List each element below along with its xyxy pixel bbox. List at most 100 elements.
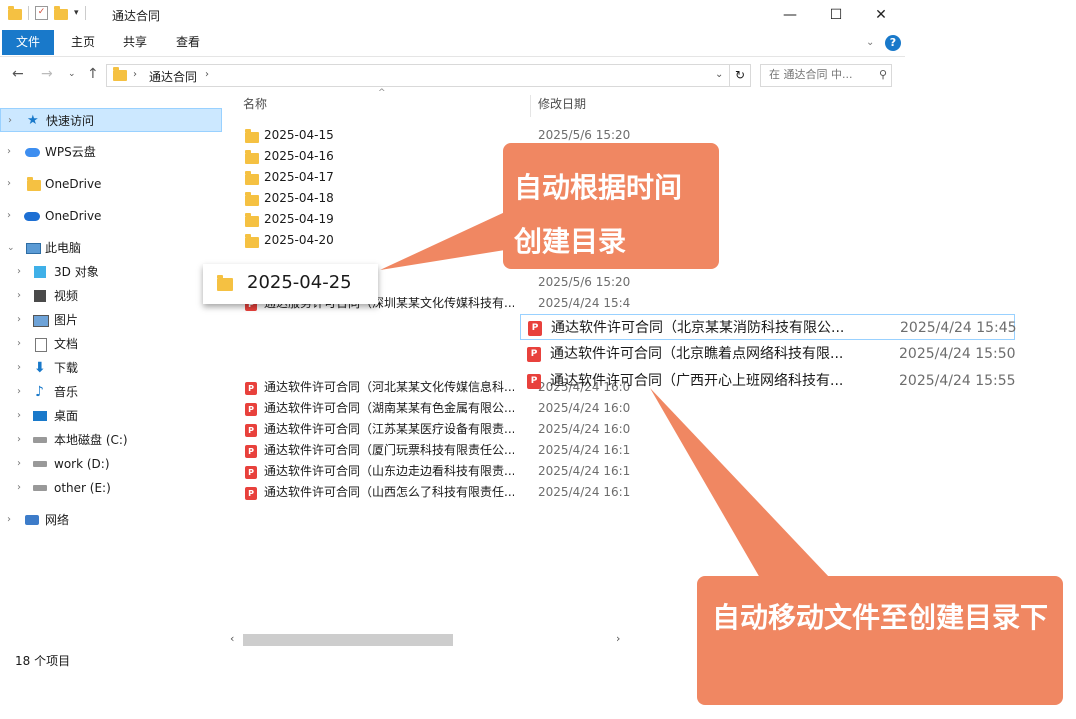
sidebar-item-onedrive[interactable]: › OneDrive	[0, 204, 222, 228]
sidebar-item-drive-c[interactable]: › 本地磁盘 (C:)	[0, 428, 222, 452]
help-icon[interactable]: ?	[885, 35, 901, 51]
dragged-file-row[interactable]: P 通达软件许可合同（北京瞧着点网络科技有限... 2025/4/24 15:5…	[520, 341, 1015, 367]
sidebar-item-wps-cloud[interactable]: › WPS云盘	[0, 140, 222, 164]
chevron-right-icon[interactable]: ›	[7, 508, 11, 532]
new-folder-icon[interactable]	[54, 5, 68, 20]
dragged-file-row[interactable]: P 通达软件许可合同（北京某某消防科技有限公... 2025/4/24 15:4…	[520, 314, 1016, 340]
chevron-right-icon[interactable]: ›	[17, 260, 21, 284]
item-count: 18 个项目	[15, 654, 71, 668]
file-name: 通达软件许可合同（山西怎么了科技有限责任...	[264, 485, 514, 499]
scrollbar-thumb[interactable]	[243, 634, 453, 646]
sidebar-item-drive-e[interactable]: › other (E:)	[0, 476, 222, 500]
sidebar-item-3d-objects[interactable]: › 3D 对象	[0, 260, 222, 284]
chevron-right-icon[interactable]: ›	[17, 428, 21, 452]
sidebar-item-drive-d[interactable]: › work (D:)	[0, 452, 222, 476]
file-date: 2025/4/24 15:45	[900, 320, 1016, 336]
chevron-right-icon[interactable]: ›	[8, 109, 12, 133]
sidebar-item-label: 文档	[54, 337, 79, 351]
customize-toolbar-icon[interactable]: ▾	[74, 8, 79, 18]
window-title: 通达合同	[112, 9, 161, 23]
breadcrumb-current[interactable]: 通达合同	[149, 68, 197, 85]
sidebar-item-onedrive-folder[interactable]: › OneDrive	[0, 172, 222, 196]
sidebar-item-downloads[interactable]: › ⬇ 下载	[0, 356, 222, 380]
file-row[interactable]: P 通达软件许可合同（厦门玩票科技有限责任公... 2025/4/24 16:10	[240, 440, 630, 461]
properties-icon[interactable]: ✓	[35, 6, 48, 20]
search-box[interactable]: ⚲	[760, 64, 892, 87]
chevron-right-icon[interactable]: ›	[17, 452, 21, 476]
chevron-down-icon[interactable]: ⌄	[7, 236, 15, 260]
file-row[interactable]: P 通达软件许可合同（湖南某某有色金属有限公... 2025/4/24 16:01	[240, 398, 630, 419]
file-name: 2025-04-19	[264, 212, 334, 226]
callout-create-dir: 自动根据时间创建目录	[503, 143, 719, 269]
refresh-icon[interactable]: ↻	[729, 64, 751, 87]
sidebar-item-network[interactable]: › 网络	[0, 508, 222, 532]
file-date: 2025/4/24 16:01	[538, 401, 630, 415]
column-header-name[interactable]: 名称	[243, 92, 267, 116]
maximize-button[interactable]: ☐	[814, 4, 858, 26]
chevron-right-icon[interactable]: ›	[17, 356, 21, 380]
chevron-right-icon[interactable]: ›	[17, 284, 21, 308]
tab-home[interactable]: 主页	[57, 30, 109, 55]
search-icon[interactable]: ⚲	[879, 68, 887, 81]
file-name: 通达软件许可合同（山东边走边看科技有限责...	[264, 464, 514, 478]
column-divider[interactable]	[530, 95, 531, 117]
tab-file[interactable]: 文件	[2, 30, 55, 55]
scroll-right-icon[interactable]: ›	[616, 632, 620, 645]
horizontal-scrollbar[interactable]: ‹ ›	[230, 632, 630, 648]
download-icon: ⬇	[34, 360, 46, 376]
chevron-right-icon[interactable]: ›	[7, 172, 11, 196]
ribbon-tabs: 文件 主页 共享 查看 ⌄ ?	[0, 30, 905, 57]
address-bar[interactable]: › 通达合同 › ⌄	[106, 64, 730, 87]
title-bar: ✓ ▾ 通达合同 — ☐ ✕	[0, 0, 905, 30]
chevron-right-icon[interactable]: ›	[17, 380, 21, 404]
file-name: 通达软件许可合同（湖南某某有色金属有限公...	[264, 401, 514, 415]
sort-ascending-icon[interactable]: ^	[378, 88, 386, 98]
close-button[interactable]: ✕	[859, 4, 903, 26]
sidebar-item-label: work (D:)	[54, 457, 110, 471]
file-row[interactable]: P 通达软件许可合同（江苏某某医疗设备有限责... 2025/4/24 16:04	[240, 419, 630, 440]
minimize-button[interactable]: —	[768, 4, 812, 26]
expand-ribbon-icon[interactable]: ⌄	[866, 37, 874, 48]
chevron-right-icon[interactable]: ›	[17, 476, 21, 500]
sidebar-item-videos[interactable]: › 视频	[0, 284, 222, 308]
file-name: 通达软件许可合同（河北某某文化传媒信息科...	[264, 380, 514, 394]
chevron-right-icon[interactable]: ›	[17, 308, 21, 332]
folder-name: 2025-04-25	[247, 272, 352, 293]
drive-icon	[33, 485, 47, 491]
sidebar-item-desktop[interactable]: › 桌面	[0, 404, 222, 428]
cube-icon	[34, 266, 46, 278]
chevron-right-icon[interactable]: ›	[7, 204, 11, 228]
column-header-date[interactable]: 修改日期	[538, 92, 586, 116]
sidebar-item-label: 网络	[45, 513, 70, 527]
sidebar-item-label: 图片	[54, 313, 79, 327]
chevron-right-icon[interactable]: ›	[7, 140, 11, 164]
sidebar-item-label: 此电脑	[45, 241, 82, 255]
dragged-file-row[interactable]: P 通达软件许可合同（广西开心上班网络科技有... 2025/4/24 15:5…	[520, 368, 1015, 394]
sidebar-item-quick-access[interactable]: › ★ 快速访问	[0, 108, 222, 132]
search-input[interactable]	[767, 67, 871, 82]
forward-icon[interactable]: →	[41, 66, 53, 82]
up-icon[interactable]: ↑	[87, 66, 99, 82]
tab-share[interactable]: 共享	[109, 30, 161, 55]
dragged-folder[interactable]: 2025-04-25	[203, 264, 378, 304]
folder-icon	[113, 67, 127, 81]
drive-icon	[33, 461, 47, 467]
navigation-pane: › ★ 快速访问 › WPS云盘 › OneDrive › OneDrive ⌄…	[0, 106, 225, 626]
sidebar-item-pictures[interactable]: › 图片	[0, 308, 222, 332]
chevron-right-icon[interactable]: ›	[17, 332, 21, 356]
sidebar-item-this-pc[interactable]: ⌄ 此电脑	[0, 236, 222, 260]
sidebar-item-documents[interactable]: › 文档	[0, 332, 222, 356]
back-icon[interactable]: ←	[12, 66, 24, 82]
address-dropdown-icon[interactable]: ⌄	[715, 69, 723, 80]
folder-icon	[8, 5, 22, 20]
chevron-right-icon[interactable]: ›	[17, 404, 21, 428]
toolbar-separator	[28, 6, 29, 20]
recent-locations-icon[interactable]: ⌄	[68, 69, 76, 79]
file-name: 通达软件许可合同（北京某某消防科技有限公...	[551, 320, 845, 336]
scroll-left-icon[interactable]: ‹	[230, 632, 234, 645]
quick-access-toolbar: ✓ ▾	[8, 5, 86, 20]
sidebar-item-music[interactable]: › ♪ 音乐	[0, 380, 222, 404]
file-row[interactable]: P 通达软件许可合同（山西怎么了科技有限责任... 2025/4/24 16:17	[240, 482, 630, 503]
file-row[interactable]: P 通达软件许可合同（山东边走边看科技有限责... 2025/4/24 16:14	[240, 461, 630, 482]
tab-view[interactable]: 查看	[162, 30, 214, 55]
